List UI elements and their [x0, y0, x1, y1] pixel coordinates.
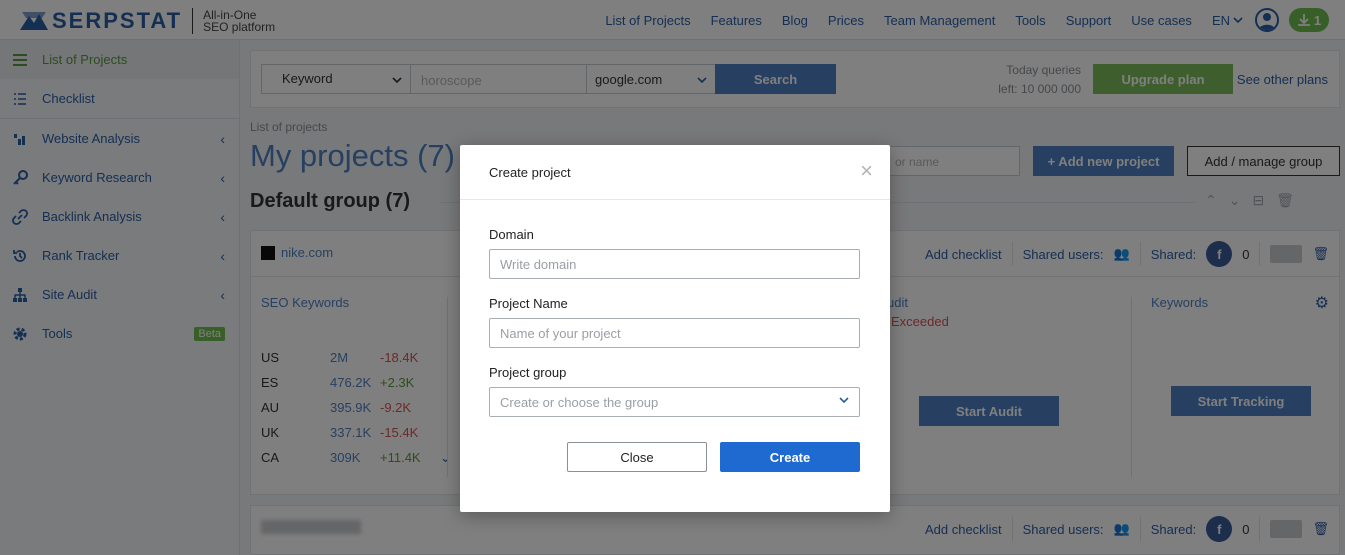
domain-field[interactable]: Write domain — [489, 249, 860, 279]
project-name-field[interactable]: Name of your project — [489, 318, 860, 348]
close-button[interactable]: Close — [567, 442, 707, 472]
project-group-label: Project group — [489, 365, 567, 380]
project-group-placeholder: Create or choose the group — [500, 395, 659, 410]
domain-label: Domain — [489, 227, 534, 242]
project-name-label: Project Name — [489, 296, 568, 311]
close-icon[interactable]: × — [860, 160, 873, 182]
dialog-title: Create project — [489, 165, 571, 180]
create-project-dialog: Create project × Domain Write domain Pro… — [460, 145, 890, 512]
create-button[interactable]: Create — [720, 442, 860, 472]
project-group-select[interactable]: Create or choose the group — [489, 387, 860, 417]
dialog-header: Create project × — [460, 145, 890, 200]
chevron-down-icon — [839, 397, 849, 404]
